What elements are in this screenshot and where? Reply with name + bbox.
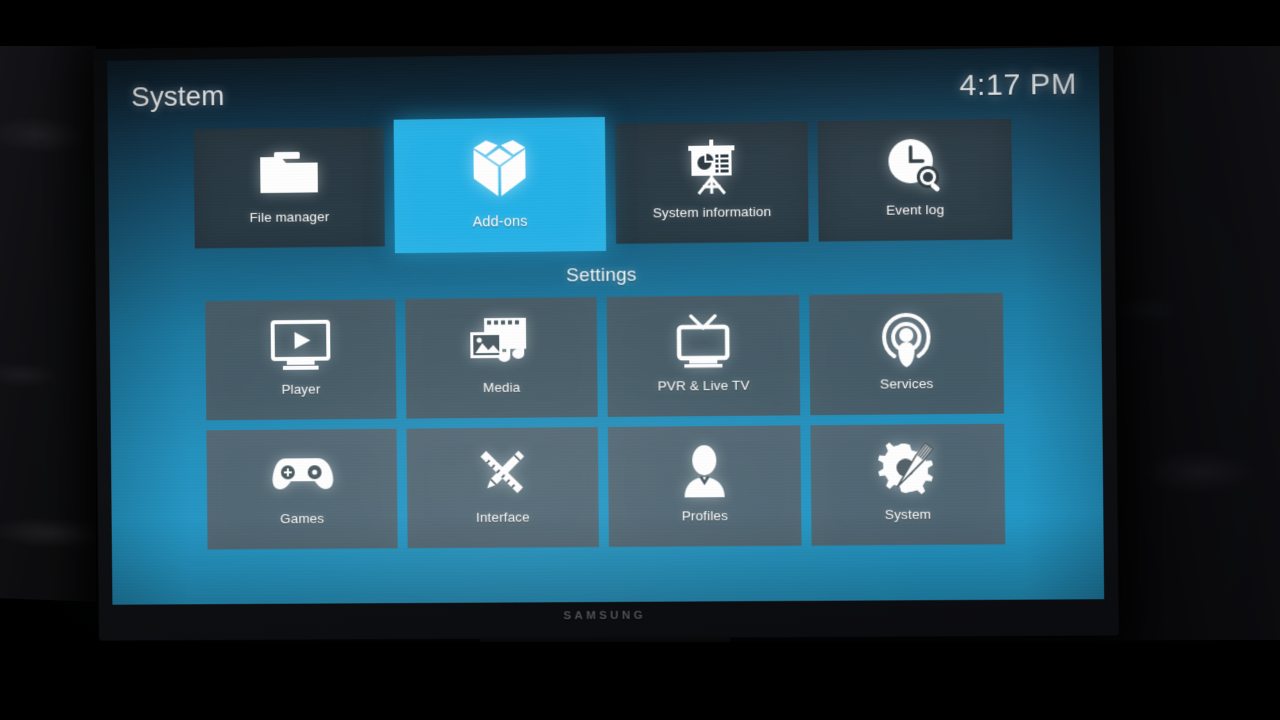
menu-tile-label: Add-ons [472, 213, 528, 231]
settings-row-1: Player Media PVR & Live TV Services [137, 292, 1074, 421]
clock-search-icon [884, 136, 945, 195]
settings-row-2: Games Interface Profiles System [138, 423, 1075, 550]
settings-section-title: Settings [566, 264, 637, 287]
menu-tile-pvr-live-tv[interactable]: PVR & Live TV [606, 294, 801, 417]
menu-tile-file-manager[interactable]: File manager [193, 126, 385, 249]
menu-tile-label: Games [280, 510, 325, 527]
gamepad-icon [269, 445, 335, 503]
menu-tile-label: Event log [886, 202, 945, 218]
television: System 4:17 PM File manager Add-ons Syst… [93, 34, 1119, 655]
menu-tile-label: Interface [475, 509, 530, 525]
menu-tile-services[interactable]: Services [809, 292, 1005, 416]
menu-tile-label: Services [879, 376, 934, 392]
tv-stand [480, 635, 731, 655]
monitor-play-icon [269, 316, 333, 374]
menu-tile-label: File manager [249, 209, 330, 226]
menu-tile-label: System information [652, 204, 772, 221]
broadcast-user-icon [878, 310, 935, 369]
menu-tile-label: System [884, 506, 932, 523]
menu-tile-system-information[interactable]: System information [614, 121, 809, 244]
menu-tile-system[interactable]: System [810, 423, 1006, 546]
menu-tile-interface[interactable]: Interface [406, 427, 599, 549]
presentation-chart-icon [682, 138, 741, 197]
menu-tile-player[interactable]: Player [205, 299, 397, 421]
open-box-icon [463, 138, 535, 205]
menu-tile-label: Profiles [681, 508, 729, 524]
menu-tile-event-log[interactable]: Event log [817, 118, 1013, 242]
folder-icon [258, 144, 320, 202]
menu-tile-label: Media [482, 379, 521, 396]
gear-wrench-icon [878, 440, 937, 499]
pencil-ruler-icon [473, 444, 531, 502]
top-row: File manager Add-ons System information … [135, 116, 1072, 256]
clock: 4:17 PM [959, 67, 1078, 103]
menu-content: File manager Add-ons System information … [108, 109, 1104, 604]
menu-tile-profiles[interactable]: Profiles [607, 425, 802, 547]
tv-antenna-icon [671, 312, 736, 371]
menu-tile-add-ons[interactable]: Add-ons [393, 116, 607, 254]
menu-tile-media[interactable]: Media [405, 297, 598, 419]
kodi-screen: System 4:17 PM File manager Add-ons Syst… [107, 47, 1105, 605]
tv-photo: System 4:17 PM File manager Add-ons Syst… [0, 0, 1280, 720]
menu-tile-games[interactable]: Games [206, 428, 398, 550]
media-library-icon [468, 314, 534, 373]
user-silhouette-icon [678, 442, 731, 500]
right-wall-surface [1090, 40, 1280, 640]
menu-tile-label: PVR & Live TV [657, 377, 750, 394]
page-title: System [131, 80, 225, 113]
menu-tile-label: Player [281, 381, 321, 397]
left-wall-surface [0, 38, 96, 602]
